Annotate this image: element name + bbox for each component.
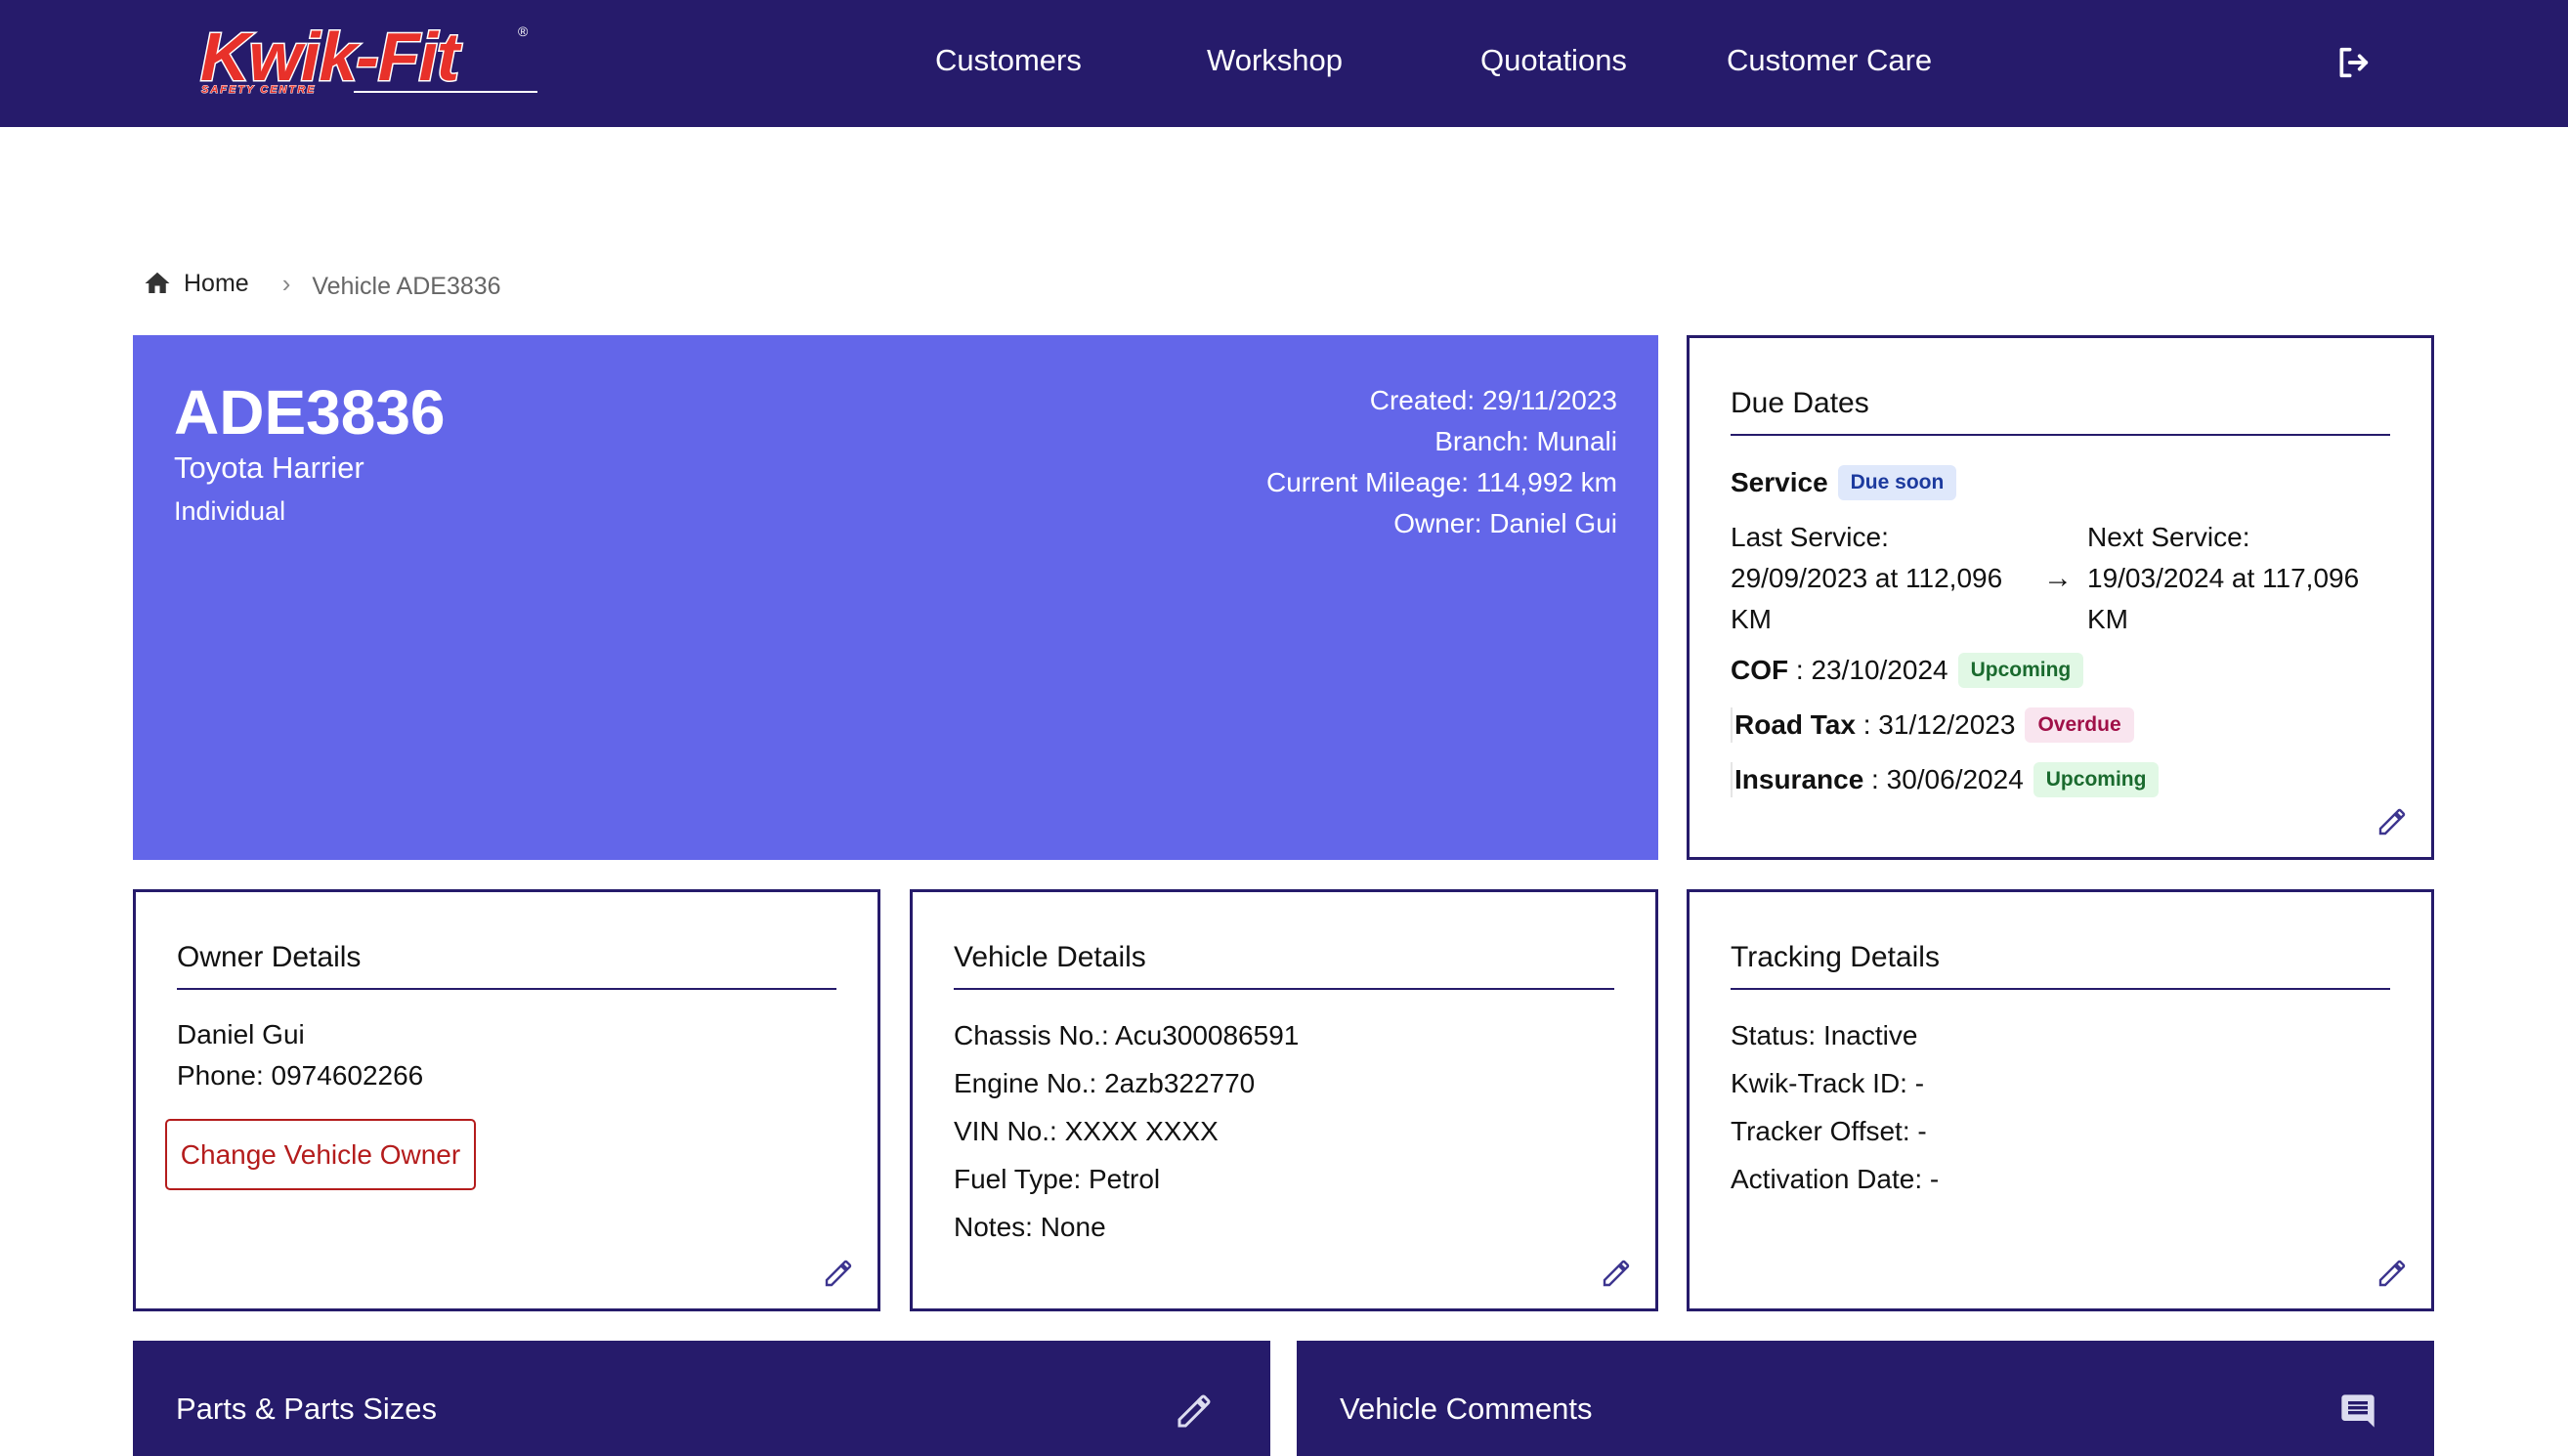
vehicle-notes: Notes: None [954,1212,1106,1242]
cof-row: COF : 23/10/2024 Upcoming [1731,653,2084,688]
vehicle-meta: Created: 29/11/2023 Branch: Munali Curre… [1266,380,1617,544]
next-service-label: Next Service: [2087,522,2250,552]
cof-label: COF [1731,655,1789,685]
nav-workshop[interactable]: Workshop [1207,43,1343,78]
breadcrumb: Home › Vehicle ADE3836 [143,264,501,303]
vehicle-details-card: Vehicle Details Chassis No.: Acu30008659… [910,889,1658,1311]
vehicle-comments-button[interactable] [2338,1392,2377,1431]
tracking-details-title: Tracking Details [1731,941,2390,990]
road-tax-row: Road Tax : 31/12/2023 Overdue [1731,707,2134,743]
cof-status-badge: Upcoming [1957,653,2084,688]
home-icon [145,272,170,293]
current-mileage: Current Mileage: 114,992 km [1266,467,1617,497]
last-service-label: Last Service: [1731,522,1889,552]
cof-date: 23/10/2024 [1811,655,1948,685]
owner-info: Daniel Gui Phone: 0974602266 [177,1014,423,1096]
vehicle-details-title: Vehicle Details [954,941,1614,990]
comments-section-header: Vehicle Comments [1297,1341,2434,1456]
chassis-number: Chassis No.: Acu300086591 [954,1020,1300,1050]
tracking-status: Status: Inactive [1731,1020,1918,1050]
vehicle-summary-card: ADE3836 Toyota Harrier Individual Create… [133,335,1658,860]
road-tax-status-badge: Overdue [2025,707,2134,743]
pencil-icon [2378,808,2406,835]
pencil-icon [825,1260,852,1287]
last-service-value: 29/09/2023 at 112,096 [1731,563,2003,593]
owner-phone: Phone: 0974602266 [177,1060,424,1091]
vin-number: VIN No.: XXXX XXXX [954,1116,1219,1146]
kwik-track-id: Kwik-Track ID: - [1731,1068,1925,1098]
insurance-status-badge: Upcoming [2033,762,2160,797]
edit-tracking-button[interactable] [2376,1258,2408,1289]
kwik-fit-logo[interactable]: Kwik-Fit ® SAFETY CENTRE [195,18,537,106]
edit-parts-button[interactable] [1175,1392,1214,1431]
parts-section-header: Parts & Parts Sizes [133,1341,1270,1456]
comment-icon [2341,1394,2375,1428]
fuel-type: Fuel Type: Petrol [954,1164,1161,1194]
next-service: Next Service: 19/03/2024 at 117,096 KM [2087,517,2410,640]
pencil-icon [2378,1260,2406,1287]
parts-title: Parts & Parts Sizes [176,1392,438,1426]
created-date: Created: 29/11/2023 [1369,385,1617,415]
arrow-right-icon: → [2043,562,2073,594]
service-status-badge: Due soon [1837,465,1957,500]
logout-icon [2339,47,2369,78]
vehicle-plate: ADE3836 [174,377,446,448]
insurance-row: Insurance : 30/06/2024 Upcoming [1731,762,2160,797]
comments-title: Vehicle Comments [1340,1392,1593,1426]
tracker-offset: Tracker Offset: - [1731,1116,1927,1146]
vehicle-info: Chassis No.: Acu300086591 Engine No.: 2a… [954,1011,1299,1251]
edit-vehicle-button[interactable] [1601,1258,1632,1289]
service-row: Service Due soon [1731,465,1957,500]
logo-underline [354,91,537,93]
nav-customers[interactable]: Customers [935,43,1082,78]
logout-button[interactable] [2333,43,2373,82]
nav-customer-care[interactable]: Customer Care [1727,43,1932,78]
breadcrumb-current: Vehicle ADE3836 [312,272,501,300]
tracking-info: Status: Inactive Kwik-Track ID: - Tracke… [1731,1011,1939,1203]
activation-date: Activation Date: - [1731,1164,1940,1194]
pencil-icon [1603,1260,1630,1287]
insurance-separator: : [1863,764,1887,794]
last-service-unit: KM [1731,604,1772,634]
road-tax-date: 31/12/2023 [1878,709,2016,740]
top-nav-bar: Kwik-Fit ® SAFETY CENTRE Customers Works… [0,0,2568,127]
edit-due-dates-button[interactable] [2376,806,2408,837]
breadcrumb-home-label: Home [184,269,249,297]
road-tax-label: Road Tax [1734,709,1856,740]
road-tax-separator: : [1855,709,1879,740]
owner-type: Individual [174,496,286,526]
owner-name: Owner: Daniel Gui [1393,508,1617,538]
insurance-label: Insurance [1734,764,1864,794]
breadcrumb-separator-icon: › [281,268,291,298]
edit-owner-button[interactable] [823,1258,854,1289]
engine-number: Engine No.: 2azb322770 [954,1068,1256,1098]
breadcrumb-home[interactable]: Home [143,269,249,298]
due-dates-card: Due Dates Service Due soon Last Service:… [1687,335,2434,860]
next-service-value: 19/03/2024 at 117,096 [2087,563,2360,593]
branch: Branch: Munali [1434,426,1617,456]
logo-registered-mark: ® [518,23,529,39]
owner-details-card: Owner Details Daniel Gui Phone: 09746022… [133,889,880,1311]
last-service: Last Service: 29/09/2023 at 112,096 KM [1731,517,2053,640]
vehicle-model: Toyota Harrier [174,450,364,485]
tracking-details-card: Tracking Details Status: Inactive Kwik-T… [1687,889,2434,1311]
owner-full-name: Daniel Gui [177,1019,305,1049]
cof-separator: : [1788,655,1812,685]
due-dates-title: Due Dates [1731,387,2390,436]
owner-details-title: Owner Details [177,941,836,990]
nav-quotations[interactable]: Quotations [1480,43,1627,78]
insurance-date: 30/06/2024 [1886,764,2024,794]
change-vehicle-owner-button[interactable]: Change Vehicle Owner [165,1119,476,1190]
pencil-icon [1177,1394,1211,1428]
service-label: Service [1731,467,1828,497]
next-service-unit: KM [2087,604,2128,634]
logo-tagline: SAFETY CENTRE [200,84,317,97]
